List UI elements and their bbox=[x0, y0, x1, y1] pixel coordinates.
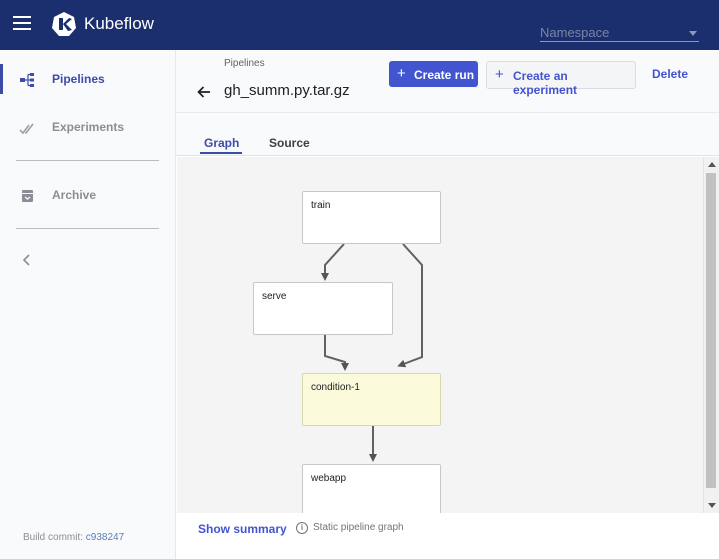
create-run-button[interactable]: + Create run bbox=[389, 61, 478, 87]
plus-icon: + bbox=[495, 66, 504, 83]
breadcrumb[interactable]: Pipelines bbox=[224, 58, 265, 69]
sidebar-item-label: Pipelines bbox=[52, 72, 105, 86]
graph-node-condition[interactable]: condition-1 bbox=[302, 373, 441, 426]
scroll-thumb[interactable] bbox=[706, 173, 716, 488]
chevron-left-icon[interactable] bbox=[20, 252, 34, 268]
sidebar-item-label: Experiments bbox=[52, 120, 125, 134]
node-label: serve bbox=[262, 291, 287, 302]
top-app-bar: Kubeflow Namespace bbox=[0, 0, 719, 50]
static-graph-note: Static pipeline graph bbox=[313, 522, 404, 533]
back-arrow-icon[interactable] bbox=[196, 84, 212, 100]
sidebar-item-experiments[interactable]: Experiments bbox=[0, 110, 176, 146]
edge-train-condition bbox=[397, 243, 423, 368]
app-brand: Kubeflow bbox=[84, 14, 154, 33]
edge-train-serve bbox=[321, 243, 345, 281]
build-commit-link[interactable]: c938247 bbox=[86, 532, 124, 543]
node-label: condition-1 bbox=[311, 382, 360, 393]
sidebar-divider bbox=[16, 228, 159, 229]
sidebar-item-archive[interactable]: Archive bbox=[0, 178, 176, 214]
pipelines-icon bbox=[20, 73, 34, 87]
sidebar-item-label: Archive bbox=[52, 188, 97, 202]
namespace-placeholder: Namespace bbox=[540, 25, 610, 40]
hamburger-menu-icon[interactable] bbox=[13, 16, 31, 32]
kubeflow-logo-icon bbox=[52, 12, 76, 36]
scroll-up-icon[interactable] bbox=[708, 162, 716, 167]
plus-icon: + bbox=[397, 65, 406, 82]
info-icon: i bbox=[296, 522, 308, 534]
page-title: gh_summ.py.tar.gz bbox=[224, 82, 350, 99]
page-header: Pipelines gh_summ.py.tar.gz + Create run… bbox=[176, 50, 719, 113]
vertical-scrollbar[interactable] bbox=[703, 157, 719, 513]
pipeline-graph: train serve condition-1 webapp bbox=[177, 157, 703, 513]
graph-node-serve[interactable]: serve bbox=[253, 282, 393, 335]
sidebar-divider bbox=[16, 160, 159, 161]
experiments-icon bbox=[19, 123, 34, 135]
sidebar-item-pipelines[interactable]: Pipelines bbox=[0, 62, 176, 98]
edge-serve-condition bbox=[324, 335, 349, 371]
show-summary-button[interactable]: Show summary bbox=[198, 522, 287, 536]
tab-bar: Graph Source bbox=[176, 113, 719, 156]
tab-source[interactable]: Source bbox=[269, 136, 310, 150]
namespace-select[interactable]: Namespace bbox=[540, 24, 699, 42]
build-commit-label: Build commit: bbox=[23, 532, 84, 543]
node-label: webapp bbox=[311, 473, 347, 484]
create-experiment-button[interactable]: + Create an experiment bbox=[486, 61, 636, 97]
graph-node-train[interactable]: train bbox=[302, 191, 441, 244]
sidebar: Pipelines Experiments Archive Build comm… bbox=[0, 50, 176, 559]
build-commit: Build commit: c938247 bbox=[23, 532, 124, 543]
archive-icon bbox=[22, 190, 33, 202]
scroll-down-icon[interactable] bbox=[708, 503, 716, 508]
active-tab-indicator bbox=[200, 152, 242, 154]
node-label: train bbox=[311, 200, 331, 211]
graph-node-webapp[interactable]: webapp bbox=[302, 464, 441, 513]
caret-down-icon bbox=[689, 31, 697, 36]
tab-graph[interactable]: Graph bbox=[204, 136, 239, 150]
graph-footer: Show summary i Static pipeline graph bbox=[177, 513, 719, 559]
create-experiment-label: Create an experiment bbox=[513, 69, 578, 97]
delete-button[interactable]: Delete bbox=[652, 67, 688, 81]
create-run-label: Create run bbox=[414, 68, 475, 82]
